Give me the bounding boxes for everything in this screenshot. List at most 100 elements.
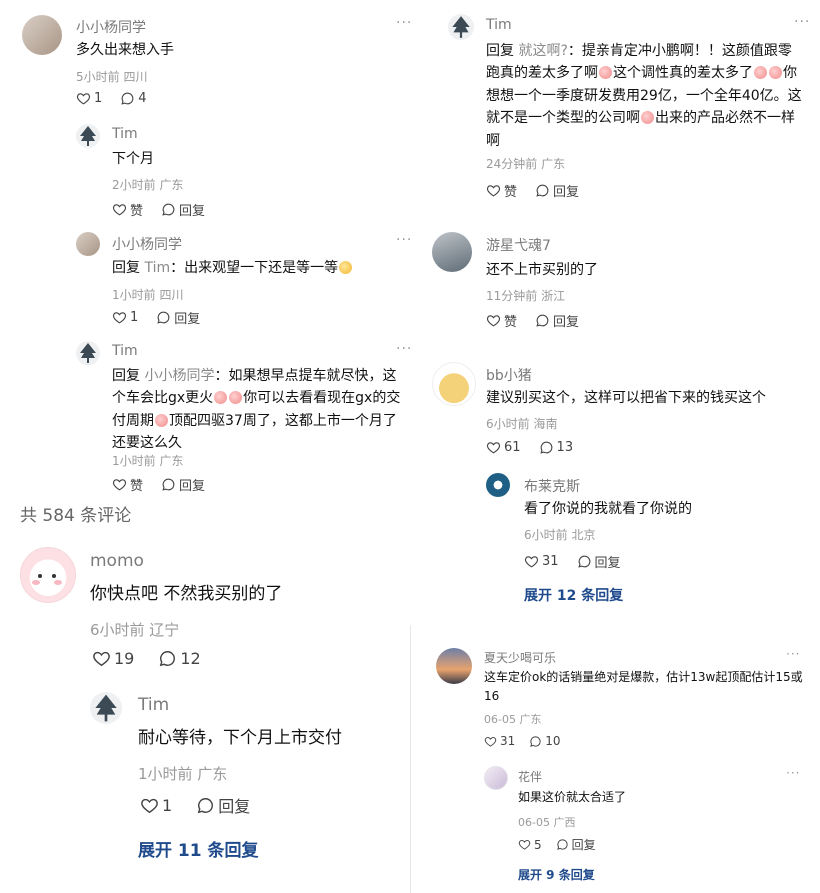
more-dots-icon[interactable]: ··· — [396, 15, 410, 31]
more-dots-icon[interactable]: ··· — [786, 766, 800, 780]
like-count: 5 — [534, 837, 542, 852]
like-label: 赞 — [504, 185, 518, 200]
comment-text: 多久出来想入手 — [76, 42, 174, 58]
reply-target-link[interactable]: 就这啊? — [518, 43, 567, 59]
reply-label: 回复 — [571, 838, 596, 852]
reply-button[interactable]: 回复 — [156, 308, 200, 327]
comment-actions: 1 回复 — [112, 308, 218, 327]
commenter-name[interactable]: Tim — [112, 343, 138, 359]
reply-button[interactable]: 回复 — [196, 793, 250, 817]
avatar[interactable] — [76, 124, 100, 148]
expand-replies-link[interactable]: 展开 11 条回复 — [138, 836, 259, 861]
avatar[interactable] — [486, 473, 510, 497]
reply-count: 12 — [180, 649, 201, 668]
reply-button[interactable]: 回复 — [556, 836, 596, 853]
reply-button[interactable]: 4 — [120, 91, 147, 106]
heart-icon — [112, 477, 127, 492]
reply-target-link[interactable]: Tim — [144, 260, 170, 276]
more-dots-icon[interactable]: ··· — [786, 647, 800, 661]
comment-actions: 赞 回复 — [486, 181, 597, 200]
heart-icon — [484, 735, 497, 748]
reply-label: 回复 — [553, 315, 580, 330]
comment-actions: 19 12 — [92, 649, 219, 668]
comment-bubble-icon — [556, 838, 569, 851]
reply-button[interactable]: 12 — [158, 649, 201, 668]
avatar[interactable] — [436, 648, 472, 684]
like-button[interactable]: 赞 — [486, 311, 517, 330]
commenter-name[interactable]: Tim — [138, 695, 169, 715]
comment-text: 这车定价ok的话销量绝对是爆款，估计13w起顶配估计15或16 — [484, 670, 803, 704]
comment-meta: 1小时前 广东 — [112, 454, 184, 468]
avatar[interactable] — [20, 547, 76, 603]
like-button[interactable]: 5 — [518, 838, 542, 852]
like-button[interactable]: 赞 — [112, 475, 143, 494]
more-dots-icon[interactable]: ··· — [794, 14, 810, 30]
commenter-name[interactable]: 花伴 — [518, 768, 542, 785]
reply-button[interactable]: 回复 — [161, 475, 205, 494]
commenter-name[interactable]: 布莱克斯 — [524, 476, 580, 496]
reply-button[interactable]: 回复 — [535, 181, 579, 200]
like-button[interactable]: 1 — [140, 796, 172, 815]
avatar[interactable] — [484, 766, 508, 790]
reply-button[interactable]: 13 — [539, 440, 574, 455]
commenter-name[interactable]: Tim — [486, 17, 512, 33]
panel-comments-d: 夏天少喝可乐 ··· 这车定价ok的话销量绝对是爆款，估计13w起顶配估计15或… — [420, 634, 820, 893]
more-dots-icon[interactable]: ··· — [396, 341, 410, 357]
comment-text: 看了你说的我就看了你说的 — [524, 501, 692, 517]
comment-actions: 61 13 — [486, 440, 591, 455]
heart-icon — [112, 202, 127, 217]
commenter-name[interactable]: 夏天少喝可乐 — [484, 649, 556, 666]
reply-prefix: 回复 — [486, 43, 519, 59]
like-button[interactable]: 赞 — [112, 200, 143, 219]
avatar[interactable] — [432, 232, 472, 272]
comment-text: 还不上市买别的了 — [486, 262, 598, 278]
commenter-name[interactable]: 小小杨同学 — [76, 17, 146, 37]
tree-avatar-icon — [90, 692, 122, 724]
expand-replies-link[interactable]: 展开 9 条回复 — [518, 866, 595, 883]
like-count: 31 — [542, 554, 559, 569]
reply-count: 13 — [556, 440, 574, 455]
commenter-name[interactable]: Tim — [112, 126, 138, 142]
emoji-icon — [214, 391, 228, 405]
like-button[interactable]: 1 — [76, 91, 102, 106]
avatar[interactable] — [90, 692, 122, 724]
emoji-icon — [754, 66, 767, 80]
like-button[interactable]: 61 — [486, 440, 521, 455]
commenter-name[interactable]: 游星弋魂7 — [486, 235, 551, 255]
reply-target-link[interactable]: 小小杨同学 — [144, 368, 214, 384]
commenter-name[interactable]: momo — [90, 551, 144, 571]
reply-button[interactable]: 回复 — [577, 552, 621, 571]
reply-label: 回复 — [218, 797, 251, 816]
comment-text: 建议别买这个，这样可以把省下来的钱买这个 — [486, 390, 766, 406]
like-count: 1 — [94, 91, 103, 106]
comment-actions: 31 10 — [484, 734, 579, 748]
comment-meta: 2小时前 广东 — [112, 178, 184, 192]
comment-text: 耐心等待，下个月上市交付 — [138, 728, 342, 748]
comment-bubble-icon — [535, 183, 550, 198]
reply-button[interactable]: 10 — [529, 734, 561, 748]
expand-replies-link[interactable]: 展开 12 条回复 — [524, 585, 623, 605]
reply-body: ：出来观望一下还是等一等 — [170, 260, 339, 276]
commenter-name[interactable]: 小小杨同学 — [112, 234, 182, 254]
heart-icon — [524, 554, 539, 569]
comment-actions: 31 回复 — [524, 552, 639, 571]
like-button[interactable]: 1 — [112, 310, 138, 325]
avatar[interactable] — [448, 14, 474, 40]
like-button[interactable]: 31 — [484, 734, 515, 748]
comment-meta: 6小时前 海南 — [486, 417, 558, 431]
avatar[interactable] — [76, 341, 100, 365]
avatar[interactable] — [432, 362, 476, 406]
like-button[interactable]: 赞 — [486, 181, 517, 200]
emoji-icon — [229, 391, 243, 405]
commenter-name[interactable]: bb小猪 — [486, 365, 532, 385]
reply-button[interactable]: 回复 — [161, 200, 205, 219]
avatar[interactable] — [76, 232, 100, 256]
comment-meta: 06-05 广东 — [484, 713, 542, 726]
reply-label: 回复 — [594, 556, 621, 571]
reply-button[interactable]: 回复 — [535, 311, 579, 330]
like-button[interactable]: 19 — [92, 649, 134, 668]
more-dots-icon[interactable]: ··· — [396, 232, 410, 248]
avatar[interactable] — [22, 15, 62, 55]
like-button[interactable]: 31 — [524, 554, 559, 569]
like-count: 19 — [114, 649, 135, 668]
